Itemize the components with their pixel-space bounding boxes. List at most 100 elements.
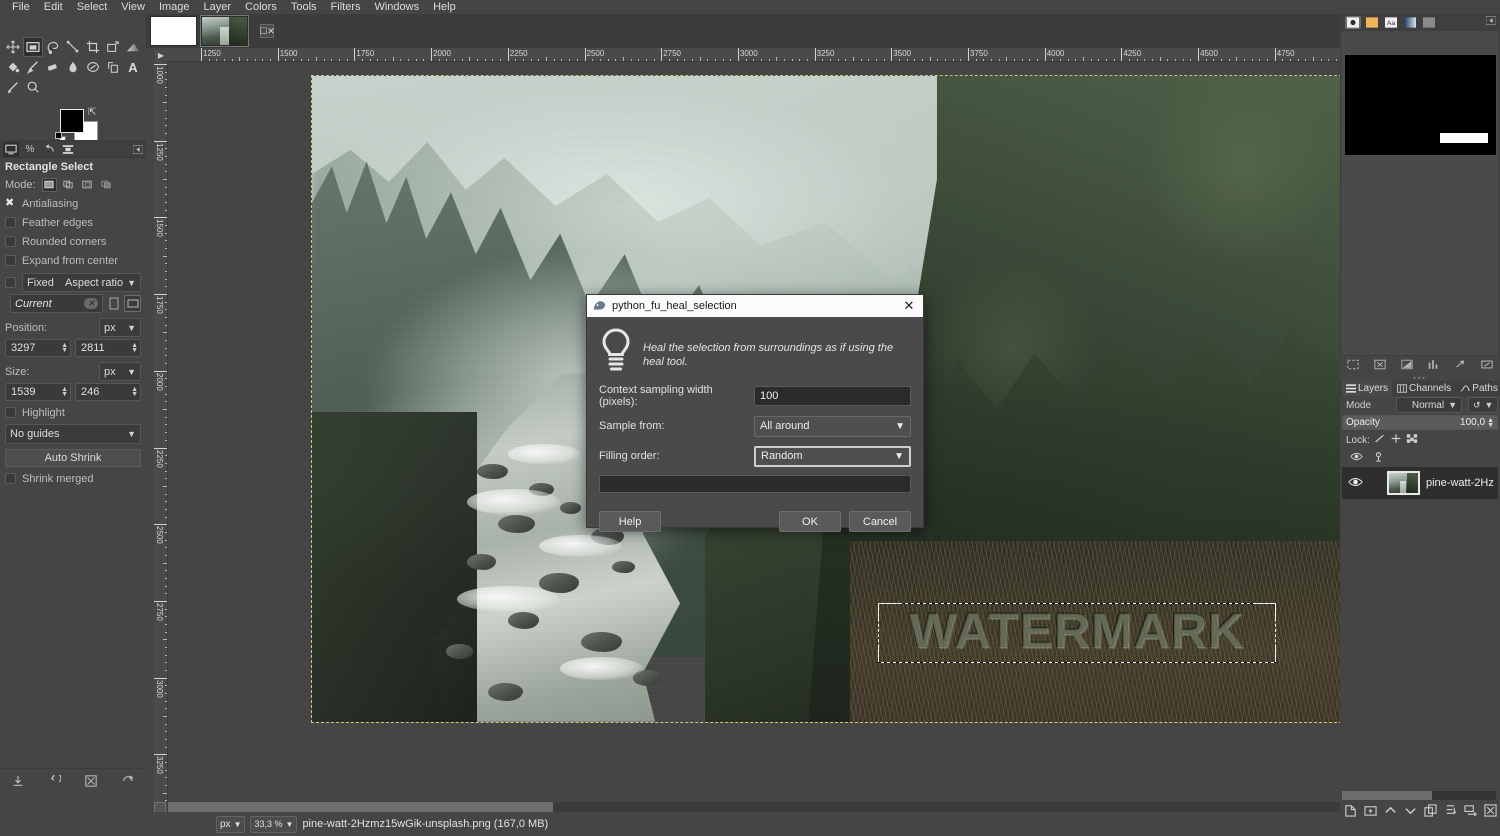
device-status-tab-icon[interactable]: % bbox=[22, 142, 38, 157]
context-sampling-width-input[interactable]: 100 bbox=[754, 386, 911, 406]
menu-item-tools[interactable]: Tools bbox=[284, 0, 324, 14]
tab-menu-icon[interactable] bbox=[130, 142, 146, 157]
menu-item-filters[interactable]: Filters bbox=[324, 0, 368, 14]
mode-add-button[interactable] bbox=[61, 178, 76, 192]
statusbar-unit-combo[interactable]: px ▼ bbox=[216, 816, 245, 833]
edit-icon[interactable] bbox=[1481, 359, 1493, 373]
menu-item-layer[interactable]: Layer bbox=[197, 0, 239, 14]
stepper-icon[interactable]: ▲▼ bbox=[131, 387, 138, 397]
clear-entry-icon[interactable]: ✕ bbox=[84, 298, 98, 309]
horizontal-scrollbar[interactable] bbox=[168, 802, 1468, 812]
menu-item-image[interactable]: Image bbox=[152, 0, 197, 14]
size-width-input[interactable]: 1539 ▲▼ bbox=[5, 383, 71, 401]
rounded-corners-checkbox[interactable] bbox=[5, 236, 16, 247]
eraser-tool-icon[interactable] bbox=[43, 57, 63, 77]
vertical-ruler[interactable]: 1000125015001750200022502500275030003250… bbox=[154, 62, 168, 802]
undo-history-tab-icon[interactable] bbox=[41, 142, 57, 157]
guides-combo[interactable]: No guides ▼ bbox=[5, 424, 141, 444]
ruler-corner-menu-icon[interactable]: ▶ bbox=[154, 48, 168, 62]
pencil-tool-icon[interactable] bbox=[3, 77, 23, 97]
stepper-icon[interactable]: ▲▼ bbox=[131, 343, 138, 353]
help-button[interactable]: Help bbox=[599, 511, 661, 532]
expand-from-center-row[interactable]: Expand from center bbox=[0, 251, 146, 270]
tab-layers[interactable]: Layers bbox=[1342, 381, 1392, 396]
feather-edges-checkbox[interactable] bbox=[5, 217, 16, 228]
selection-handle-bl[interactable] bbox=[878, 647, 900, 663]
rectangle-select-tool-icon[interactable] bbox=[23, 37, 43, 57]
position-y-input[interactable]: 2811 ▲▼ bbox=[75, 339, 141, 357]
ok-button[interactable]: OK bbox=[779, 511, 841, 532]
bucket-fill-tool-icon[interactable] bbox=[3, 57, 23, 77]
foreground-color-swatch[interactable] bbox=[60, 109, 84, 133]
shrink-merged-row[interactable]: Shrink merged bbox=[0, 468, 146, 487]
close-tab-icon[interactable]: ☐✕ bbox=[260, 24, 274, 38]
feather-edges-row[interactable]: Feather edges bbox=[0, 213, 146, 232]
portrait-orientation-icon[interactable] bbox=[106, 295, 121, 312]
paths-tool-icon[interactable] bbox=[63, 37, 83, 57]
dialog-title-bar[interactable]: python_fu_heal_selection ✕ bbox=[587, 295, 923, 317]
lower-layer-icon[interactable] bbox=[1404, 804, 1417, 820]
lock-position-icon[interactable] bbox=[1390, 433, 1402, 447]
highlight-checkbox[interactable] bbox=[5, 407, 16, 418]
gradient-tab-icon[interactable] bbox=[1402, 16, 1418, 29]
opacity-stepper-icon[interactable]: ▲▼ bbox=[1487, 418, 1494, 428]
delete-tool-preset-icon[interactable] bbox=[85, 775, 97, 790]
image-tab-blank[interactable] bbox=[150, 16, 197, 46]
tool-options-tab-icon[interactable] bbox=[3, 142, 19, 157]
new-group-icon[interactable] bbox=[1364, 804, 1377, 820]
clone-tool-icon[interactable] bbox=[103, 57, 123, 77]
stepper-icon[interactable]: ▲▼ bbox=[61, 343, 68, 353]
dock-tab-menu-icon[interactable] bbox=[1486, 16, 1496, 28]
position-x-input[interactable]: 3297 ▲▼ bbox=[5, 339, 71, 357]
lock-pixels-icon[interactable] bbox=[1374, 433, 1386, 447]
delete-layer-icon[interactable] bbox=[1484, 804, 1497, 820]
heal-selection-dialog[interactable]: python_fu_heal_selection ✕ Heal the sele… bbox=[586, 294, 924, 528]
antialiasing-row[interactable]: Antialiasing bbox=[0, 194, 146, 213]
filling-order-combo[interactable]: Random ▼ bbox=[754, 446, 911, 467]
unified-transform-tool-icon[interactable] bbox=[103, 37, 123, 57]
reset-tool-options-icon[interactable] bbox=[122, 775, 134, 790]
menu-item-edit[interactable]: Edit bbox=[37, 0, 70, 14]
size-height-input[interactable]: 246 ▲▼ bbox=[75, 383, 141, 401]
pointer-icon[interactable] bbox=[1454, 359, 1466, 373]
statusbar-zoom-combo[interactable]: 33,3 % ▼ bbox=[250, 816, 297, 833]
horizontal-ruler[interactable]: 1250150017502000225025002750300032503500… bbox=[168, 48, 1340, 62]
text-tool-icon[interactable]: A bbox=[123, 57, 143, 77]
histogram-icon[interactable] bbox=[1427, 359, 1439, 373]
smudge-tool-icon[interactable] bbox=[63, 57, 83, 77]
landscape-orientation-icon[interactable] bbox=[124, 295, 141, 312]
fixed-checkbox[interactable] bbox=[5, 277, 16, 288]
raise-layer-icon[interactable] bbox=[1384, 804, 1397, 820]
horizontal-scrollbar-thumb[interactable] bbox=[168, 802, 553, 812]
new-layer-icon[interactable] bbox=[1344, 804, 1357, 820]
size-unit-combo[interactable]: px ▼ bbox=[99, 362, 141, 381]
pointer-tab-icon[interactable] bbox=[1345, 16, 1361, 29]
cancel-button[interactable]: Cancel bbox=[849, 511, 911, 532]
close-icon[interactable]: ✕ bbox=[901, 298, 917, 314]
mode-intersect-button[interactable] bbox=[99, 178, 114, 192]
expand-from-center-checkbox[interactable] bbox=[5, 255, 16, 266]
selection-icon[interactable] bbox=[1347, 359, 1359, 373]
antialiasing-checkbox[interactable] bbox=[5, 198, 16, 209]
merge-down-icon[interactable] bbox=[1464, 804, 1477, 820]
menu-item-help[interactable]: Help bbox=[426, 0, 463, 14]
menu-item-windows[interactable]: Windows bbox=[367, 0, 426, 14]
layer-mode-combo[interactable]: Normal ▼ bbox=[1396, 397, 1462, 413]
delete-channel-icon[interactable] bbox=[1374, 359, 1386, 373]
images-tab-icon[interactable] bbox=[60, 142, 76, 157]
dock-bottom-scrollbar[interactable] bbox=[1342, 791, 1496, 800]
stepper-icon[interactable]: ▲▼ bbox=[61, 387, 68, 397]
selection-handle-tr[interactable] bbox=[1254, 603, 1276, 619]
lock-alpha-icon[interactable] bbox=[1406, 433, 1418, 447]
move-tool-icon[interactable] bbox=[3, 37, 23, 57]
text-tab-icon[interactable]: Aa bbox=[1383, 16, 1399, 29]
duplicate-layer-icon[interactable] bbox=[1424, 804, 1437, 820]
dock-bottom-scrollbar-thumb[interactable] bbox=[1342, 791, 1432, 800]
free-select-tool-icon[interactable] bbox=[43, 37, 63, 57]
shrink-merged-checkbox[interactable] bbox=[5, 473, 16, 484]
watermark-selection-marquee[interactable] bbox=[878, 603, 1276, 663]
menu-item-file[interactable]: File bbox=[5, 0, 37, 14]
current-entry[interactable]: Current ✕ bbox=[10, 294, 103, 313]
tab-paths[interactable]: Paths bbox=[1456, 381, 1500, 396]
layer-row-pine-watt[interactable]: pine-watt-2Hz bbox=[1342, 467, 1498, 499]
